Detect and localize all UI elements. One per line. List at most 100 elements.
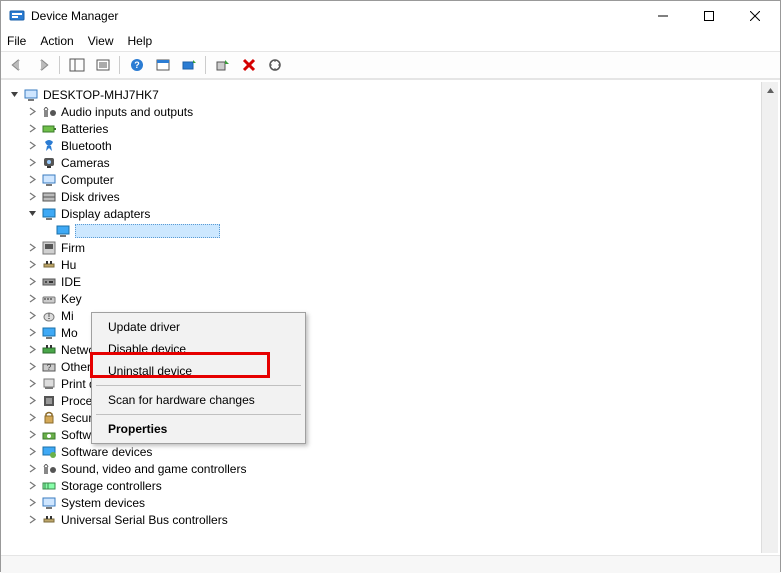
- collapse-icon[interactable]: [7, 88, 21, 102]
- device-category-icon: [41, 104, 57, 120]
- expand-icon[interactable]: [25, 377, 39, 391]
- device-category-icon: [41, 189, 57, 205]
- show-hide-console-tree-button[interactable]: [65, 54, 89, 76]
- close-button[interactable]: [732, 1, 778, 31]
- expand-icon[interactable]: [25, 258, 39, 272]
- expand-icon[interactable]: [25, 275, 39, 289]
- titlebar: Device Manager: [1, 1, 780, 31]
- device-category-icon: [41, 121, 57, 137]
- app-icon: [9, 8, 25, 24]
- tree-item[interactable]: Firm: [7, 239, 778, 256]
- expand-icon[interactable]: [25, 292, 39, 306]
- expand-icon[interactable]: [25, 462, 39, 476]
- tree-item-label: Bluetooth: [61, 139, 112, 153]
- tree-item-label: Disk drives: [61, 190, 120, 204]
- ctx-update-driver[interactable]: Update driver: [94, 316, 303, 338]
- ctx-disable-device[interactable]: Disable device: [94, 338, 303, 360]
- menu-view[interactable]: View: [88, 34, 114, 48]
- expand-icon[interactable]: [25, 445, 39, 459]
- tree-item[interactable]: IDE: [7, 273, 778, 290]
- expand-icon[interactable]: [25, 241, 39, 255]
- device-category-icon: [41, 461, 57, 477]
- forward-button[interactable]: [31, 54, 55, 76]
- vertical-scrollbar[interactable]: [761, 82, 778, 553]
- collapse-icon[interactable]: [25, 207, 39, 221]
- tree-item-label: Cameras: [61, 156, 110, 170]
- tree-item[interactable]: Hu: [7, 256, 778, 273]
- tree-item[interactable]: Key: [7, 290, 778, 307]
- scroll-up-icon[interactable]: [762, 82, 778, 99]
- menubar: File Action View Help: [1, 31, 780, 51]
- expand-icon[interactable]: [25, 411, 39, 425]
- tree-item-label: IDE: [61, 275, 81, 289]
- list-view-button[interactable]: [151, 54, 175, 76]
- tree-item[interactable]: Storage controllers: [7, 477, 778, 494]
- content-area: DESKTOP-MHJ7HK7 Audio inputs and outputs…: [1, 79, 780, 555]
- expand-icon[interactable]: [25, 105, 39, 119]
- expand-icon[interactable]: [25, 190, 39, 204]
- device-category-icon: [41, 393, 57, 409]
- device-category-icon: [41, 155, 57, 171]
- tree-item[interactable]: Batteries: [7, 120, 778, 137]
- tree-item[interactable]: Audio inputs and outputs: [7, 103, 778, 120]
- tree-item[interactable]: [7, 222, 778, 239]
- expand-icon[interactable]: [25, 122, 39, 136]
- expand-icon[interactable]: [25, 343, 39, 357]
- svg-text:?: ?: [134, 60, 140, 70]
- expand-icon[interactable]: [25, 326, 39, 340]
- tree-item-label: Storage controllers: [61, 479, 162, 493]
- update-driver-toolbar-button[interactable]: [177, 54, 201, 76]
- expand-icon[interactable]: [25, 173, 39, 187]
- device-category-icon: [41, 274, 57, 290]
- expand-icon[interactable]: [25, 156, 39, 170]
- tree-item-label: Universal Serial Bus controllers: [61, 513, 228, 527]
- device-category-icon: [41, 257, 57, 273]
- expand-icon[interactable]: [25, 139, 39, 153]
- tree-root-row[interactable]: DESKTOP-MHJ7HK7: [7, 86, 778, 103]
- maximize-button[interactable]: [686, 1, 732, 31]
- ctx-uninstall-device[interactable]: Uninstall device: [94, 360, 303, 382]
- expand-icon[interactable]: [25, 309, 39, 323]
- tree-item[interactable]: Sound, video and game controllers: [7, 460, 778, 477]
- menu-action[interactable]: Action: [40, 34, 73, 48]
- help-toolbar-button[interactable]: ?: [125, 54, 149, 76]
- tree-item-label: Software devices: [61, 445, 152, 459]
- tree-item-label: Display adapters: [61, 207, 150, 221]
- uninstall-device-toolbar-button[interactable]: [237, 54, 261, 76]
- device-category-icon: [41, 291, 57, 307]
- expand-icon[interactable]: [25, 513, 39, 527]
- expand-icon[interactable]: [25, 496, 39, 510]
- tree-item[interactable]: Computer: [7, 171, 778, 188]
- tree-item[interactable]: Disk drives: [7, 188, 778, 205]
- tree-item[interactable]: Universal Serial Bus controllers: [7, 511, 778, 528]
- enable-device-toolbar-button[interactable]: [211, 54, 235, 76]
- tree-item-label: [75, 224, 220, 238]
- menu-file[interactable]: File: [7, 34, 26, 48]
- minimize-button[interactable]: [640, 1, 686, 31]
- tree-item[interactable]: Bluetooth: [7, 137, 778, 154]
- toolbar-separator: [117, 54, 123, 76]
- menu-help[interactable]: Help: [128, 34, 153, 48]
- tree-item[interactable]: Cameras: [7, 154, 778, 171]
- scan-hardware-toolbar-button[interactable]: [263, 54, 287, 76]
- expand-icon[interactable]: [25, 479, 39, 493]
- svg-text:?: ?: [47, 363, 52, 372]
- expand-icon[interactable]: [25, 394, 39, 408]
- back-button[interactable]: [5, 54, 29, 76]
- expand-icon[interactable]: [25, 428, 39, 442]
- device-category-icon: [41, 206, 57, 222]
- ctx-separator: [96, 414, 301, 415]
- tree-item-label: Firm: [61, 241, 85, 255]
- tree-item[interactable]: Display adapters: [7, 205, 778, 222]
- device-category-icon: ?: [41, 359, 57, 375]
- tree-item[interactable]: System devices: [7, 494, 778, 511]
- device-category-icon: [41, 308, 57, 324]
- tree-item[interactable]: Software devices: [7, 443, 778, 460]
- expand-icon[interactable]: [25, 360, 39, 374]
- properties-toolbar-button[interactable]: [91, 54, 115, 76]
- tree-item-label: Batteries: [61, 122, 108, 136]
- device-category-icon: [41, 512, 57, 528]
- ctx-properties[interactable]: Properties: [94, 418, 303, 440]
- ctx-scan-hardware[interactable]: Scan for hardware changes: [94, 389, 303, 411]
- device-category-icon: [41, 325, 57, 341]
